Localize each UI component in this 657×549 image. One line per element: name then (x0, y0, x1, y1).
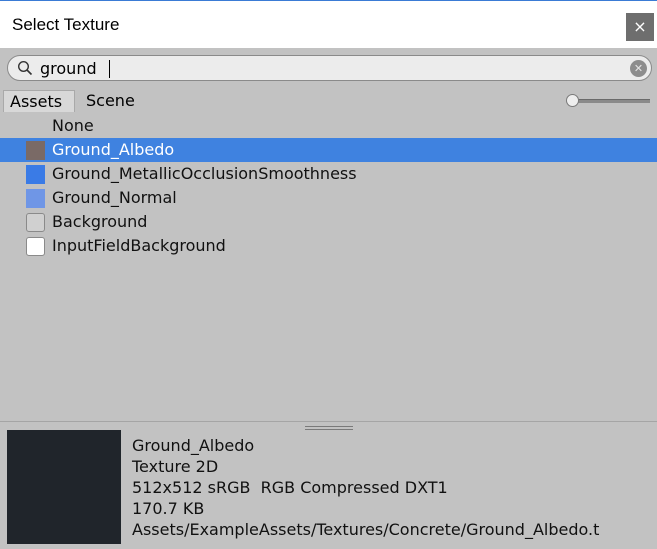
item-label: Ground_MetallicOcclusionSmoothness (52, 164, 357, 183)
panel-divider (0, 421, 657, 422)
text-cursor (109, 60, 110, 78)
zoom-slider[interactable] (566, 94, 651, 108)
texture-thumbnail (26, 165, 45, 184)
texture-details: Ground_Albedo Texture 2D 512x512 sRGB RG… (132, 435, 599, 540)
tab-assets[interactable]: Assets (3, 90, 75, 112)
item-label: Ground_Albedo (52, 140, 175, 159)
list-item-ground-albedo[interactable]: Ground_Albedo (0, 138, 657, 162)
detail-format: 512x512 sRGB RGB Compressed DXT1 (132, 478, 448, 497)
search-input[interactable] (40, 58, 620, 78)
title-bar: Select Texture × (0, 0, 657, 48)
clear-search-icon[interactable]: ✕ (630, 60, 647, 77)
detail-type: Texture 2D (132, 457, 219, 476)
list-item-inputfieldbackground[interactable]: InputFieldBackground (0, 234, 657, 258)
close-button[interactable]: × (626, 13, 654, 41)
item-label: Ground_Normal (52, 188, 177, 207)
search-field[interactable]: ✕ (7, 55, 652, 81)
texture-thumbnail (26, 237, 45, 256)
tab-scene[interactable]: Scene (80, 90, 150, 112)
texture-thumbnail (26, 141, 45, 160)
slider-track (572, 99, 650, 103)
list-item-none[interactable]: None (0, 114, 657, 138)
resize-grip[interactable] (305, 426, 353, 432)
slider-thumb[interactable] (566, 94, 579, 107)
item-label: Background (52, 212, 148, 231)
item-label: InputFieldBackground (52, 236, 226, 255)
item-label: None (52, 116, 94, 135)
detail-size: 170.7 KB (132, 499, 205, 518)
detail-name: Ground_Albedo (132, 436, 255, 455)
search-icon (17, 60, 33, 76)
texture-thumbnail (26, 213, 45, 232)
texture-thumbnail (26, 189, 45, 208)
window-title: Select Texture (12, 15, 120, 34)
list-item-background[interactable]: Background (0, 210, 657, 234)
texture-preview (7, 430, 121, 544)
list-item-ground-normal[interactable]: Ground_Normal (0, 186, 657, 210)
list-item-ground-metallic[interactable]: Ground_MetallicOcclusionSmoothness (0, 162, 657, 186)
detail-path: Assets/ExampleAssets/Textures/Concrete/G… (132, 520, 600, 539)
